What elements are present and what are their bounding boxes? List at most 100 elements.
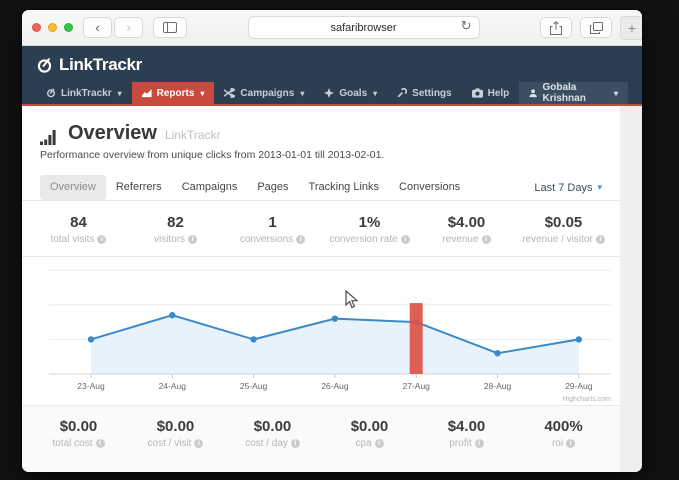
sidebar-icon xyxy=(163,22,177,33)
svg-text:23-Aug: 23-Aug xyxy=(77,381,105,391)
tab-referrers[interactable]: Referrers xyxy=(106,175,172,200)
nav-label: LinkTrackr xyxy=(61,88,112,99)
tab-tracking-links[interactable]: Tracking Links xyxy=(299,175,390,200)
info-icon[interactable] xyxy=(97,235,106,244)
title-block: Overview LinkTrackr Performance overview… xyxy=(22,106,620,161)
linktrackr-icon xyxy=(46,88,56,98)
stat-value: $4.00 xyxy=(418,214,515,231)
info-icon[interactable] xyxy=(482,235,491,244)
stat-label: cost / day xyxy=(245,438,288,449)
stat-label: conversion rate xyxy=(329,234,397,245)
stats-top-row: 84 total visits 82 visitors 1 conversion… xyxy=(22,201,620,256)
stat-label: total cost xyxy=(52,438,92,449)
stat-label: revenue / visitor xyxy=(522,234,593,245)
stat-total-visits: 84 total visits xyxy=(30,214,127,245)
nav-item-reports[interactable]: Reports ▾ xyxy=(132,82,215,104)
chevron-down-icon: ▾ xyxy=(597,182,602,193)
info-icon[interactable] xyxy=(475,439,484,448)
close-window-button[interactable] xyxy=(32,23,41,32)
svg-text:24-Aug: 24-Aug xyxy=(159,381,187,391)
stat-visitors: 82 visitors xyxy=(127,214,224,245)
stat-value: 400% xyxy=(515,418,612,435)
info-icon[interactable] xyxy=(291,439,300,448)
sidebar-toggle-button[interactable] xyxy=(153,17,187,38)
chevron-down-icon: ▾ xyxy=(614,89,618,98)
forward-button[interactable]: › xyxy=(114,17,143,38)
user-icon xyxy=(529,88,537,98)
tab-overview[interactable]: Overview xyxy=(40,175,106,200)
info-icon[interactable] xyxy=(194,439,203,448)
stat-roi: 400% roi xyxy=(515,418,612,472)
bar-chart-icon xyxy=(40,129,60,145)
chevron-down-icon: ▾ xyxy=(118,89,122,98)
stat-value: $0.00 xyxy=(127,418,224,435)
nav-item-goals[interactable]: Goals ▾ xyxy=(314,82,387,104)
date-range-label: Last 7 Days xyxy=(534,182,592,194)
stat-label: revenue xyxy=(442,234,478,245)
info-icon[interactable] xyxy=(296,235,305,244)
svg-text:26-Aug: 26-Aug xyxy=(321,381,349,391)
tabs-icon xyxy=(590,22,603,34)
tab-overview-button[interactable] xyxy=(580,17,612,38)
share-icon xyxy=(550,21,562,35)
refresh-icon[interactable]: ↻ xyxy=(461,18,472,34)
user-menu[interactable]: Gobala Krishnan ▾ xyxy=(519,82,628,104)
stat-label: cpa xyxy=(355,438,371,449)
stat-profit: $4.00 profit xyxy=(418,418,515,472)
info-icon[interactable] xyxy=(401,235,410,244)
nav-label: Help xyxy=(488,88,510,99)
minimize-window-button[interactable] xyxy=(48,23,57,32)
stat-conversions: 1 conversions xyxy=(224,214,321,245)
browser-toolbar: ‹ › safaribrowser ↻ xyxy=(22,10,642,46)
date-range-dropdown[interactable]: Last 7 Days ▾ xyxy=(534,182,602,194)
tab-pages[interactable]: Pages xyxy=(247,175,298,200)
stat-label: total visits xyxy=(51,234,95,245)
zoom-window-button[interactable] xyxy=(64,23,73,32)
chevron-down-icon: ▾ xyxy=(373,89,377,98)
address-bar-text: safaribrowser xyxy=(330,22,396,34)
nav-item-settings[interactable]: Settings xyxy=(387,82,461,104)
tab-campaigns[interactable]: Campaigns xyxy=(172,175,248,200)
new-tab-button[interactable]: + xyxy=(620,16,642,40)
stat-label: roi xyxy=(552,438,563,449)
stat-label: visitors xyxy=(154,234,185,245)
user-name: Gobala Krishnan xyxy=(542,82,608,104)
nav-label: Campaigns xyxy=(240,88,294,99)
address-bar[interactable]: safaribrowser ↻ xyxy=(248,16,480,39)
share-button[interactable] xyxy=(540,17,572,38)
stat-value: $0.00 xyxy=(224,418,321,435)
content-container: Overview LinkTrackr Performance overview… xyxy=(22,106,620,472)
stat-cost-per-visit: $0.00 cost / visit xyxy=(127,418,224,472)
shuffle-icon xyxy=(224,88,235,98)
stat-revenue: $4.00 revenue xyxy=(418,214,515,245)
nav-item-campaigns[interactable]: Campaigns ▾ xyxy=(214,82,314,104)
nav-item-help[interactable]: Help xyxy=(462,82,520,104)
traffic-lights xyxy=(32,23,73,32)
info-icon[interactable] xyxy=(375,439,384,448)
overview-chart[interactable]: 23-Aug24-Aug25-Aug26-Aug27-Aug28-Aug29-A… xyxy=(23,257,619,405)
back-button[interactable]: ‹ xyxy=(83,17,112,38)
stat-value: 84 xyxy=(30,214,127,231)
page-subtitle: Performance overview from unique clicks … xyxy=(40,149,602,161)
main-nav: LinkTrackr ▾ Reports ▾ xyxy=(36,82,628,104)
info-icon[interactable] xyxy=(188,235,197,244)
report-tabs: Overview Referrers Campaigns Pages Track… xyxy=(22,175,620,201)
svg-text:25-Aug: 25-Aug xyxy=(240,381,268,391)
svg-text:29-Aug: 29-Aug xyxy=(565,381,593,391)
visits-chart-panel: 23-Aug24-Aug25-Aug26-Aug27-Aug28-Aug29-A… xyxy=(22,256,620,406)
stat-value: $0.05 xyxy=(515,214,612,231)
help-icon xyxy=(472,88,483,98)
info-icon[interactable] xyxy=(96,439,105,448)
nav-label: Goals xyxy=(339,88,367,99)
info-icon[interactable] xyxy=(596,235,605,244)
tab-conversions[interactable]: Conversions xyxy=(389,175,470,200)
chevron-down-icon: ▾ xyxy=(200,89,204,98)
stat-value: $0.00 xyxy=(321,418,418,435)
browser-window: ‹ › safaribrowser ↻ xyxy=(22,10,642,472)
wrench-icon xyxy=(397,88,407,98)
chevron-down-icon: ▾ xyxy=(300,89,304,98)
nav-label: Reports xyxy=(157,88,195,99)
app-header: LinkTrackr LinkTrackr ▾ Reports ▾ xyxy=(22,46,642,104)
nav-item-linktrackr[interactable]: LinkTrackr ▾ xyxy=(36,82,132,104)
info-icon[interactable] xyxy=(566,439,575,448)
